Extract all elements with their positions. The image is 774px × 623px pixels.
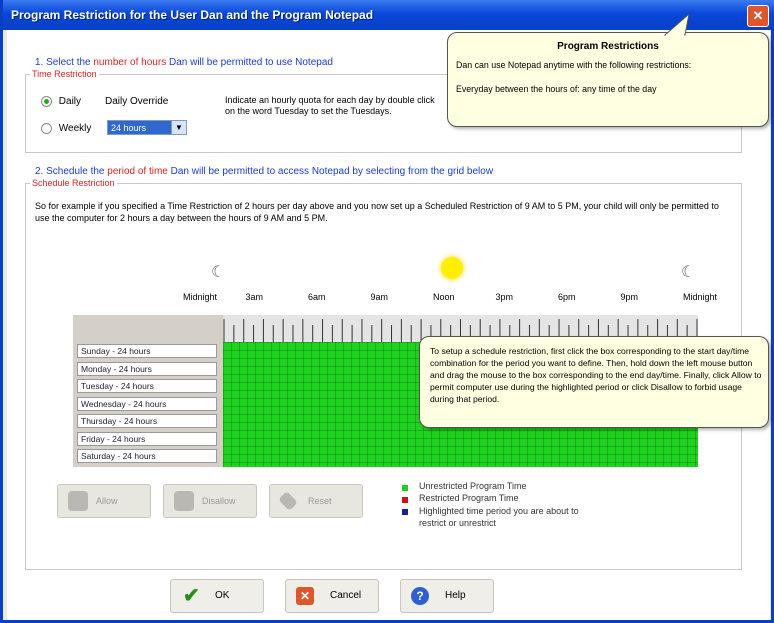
chevron-down-icon[interactable]: ▼ (171, 121, 186, 134)
step1-suffix: Dan will be permitted to use Notepad (166, 57, 333, 68)
step1-prefix: 1. Select the (35, 57, 94, 68)
day-row[interactable]: Monday - 24 hours (77, 361, 217, 376)
step2-suffix: Dan will be permitted to access Notepad … (167, 166, 494, 177)
schedule-explanation: So for example if you specified a Time R… (35, 201, 719, 223)
help-button[interactable]: ? Help (400, 579, 494, 613)
step2-prefix: 2. Schedule the (35, 166, 108, 177)
reset-button[interactable]: Reset (269, 484, 363, 518)
daily-radio-option[interactable]: Daily (41, 96, 81, 107)
ok-button[interactable]: ✔ OK (170, 579, 264, 613)
time-axis: Midnight 3am 6am 9am Noon 3pm 6pm 9pm Midnight (183, 292, 717, 304)
step2-text: 2. Schedule the period of time Dan will … (35, 166, 493, 177)
highlighted-swatch (402, 509, 408, 515)
tooltip-line1: Dan can use Notepad anytime with the fol… (456, 60, 692, 70)
time-label: 3am (245, 292, 264, 302)
time-label: 3pm (495, 292, 514, 302)
checkmark-icon: ✔ (183, 585, 200, 607)
cancel-button[interactable]: ✕ Cancel (285, 579, 379, 613)
step1-text: 1. Select the number of hours Dan will b… (35, 57, 333, 68)
time-label: Midnight (183, 292, 218, 302)
ok-label: OK (215, 590, 230, 601)
time-restriction-legend: Time Restriction (32, 69, 97, 79)
disallow-button[interactable]: Disallow (163, 484, 257, 518)
sun-icon (441, 257, 463, 279)
day-row[interactable]: Thursday - 24 hours (77, 414, 217, 428)
daily-radio[interactable] (41, 96, 52, 107)
title-bar[interactable]: Program Restriction for the User Dan and… (3, 0, 774, 30)
time-label: 9pm (620, 292, 639, 302)
weekly-label: Weekly (58, 123, 92, 135)
hours-select-value: 24 hours (111, 123, 147, 133)
moon-icon: ☾ (211, 264, 226, 281)
grid-help-tooltip: To setup a schedule restriction, first c… (419, 336, 769, 428)
day-column: Sunday - 24 hours Monday - 24 hours Tuesda… (73, 315, 223, 467)
tooltip-line2: Everyday between the hours of: any time … (456, 84, 657, 94)
time-label: Noon (433, 292, 455, 302)
day-row[interactable]: Wednesday - 24 hours (77, 396, 217, 411)
time-label: 9am (370, 292, 389, 302)
step2-highlight: period of time (107, 166, 168, 177)
restricted-legend: Restricted Program Time (419, 493, 519, 503)
cancel-x-icon: ✕ (296, 587, 314, 605)
moon-icon: ☾ (681, 264, 696, 281)
allow-button[interactable]: Allow (57, 484, 151, 518)
hours-instructions: Indicate an hourly quota for each day by… (225, 95, 435, 116)
day-row[interactable]: Saturday - 24 hours (77, 449, 217, 463)
help-label: Help (445, 590, 466, 601)
program-restriction-window: Program Restriction for the User Dan and… (0, 0, 774, 623)
allow-icon (68, 491, 88, 511)
program-restrictions-tooltip: Program Restrictions Dan can use Notepad… (447, 32, 769, 127)
help-question-icon: ? (411, 587, 429, 605)
day-row[interactable]: Tuesday - 24 hours (77, 379, 217, 393)
tooltip-title: Program Restrictions (557, 41, 659, 52)
highlighted-legend: Highlighted time period you are about to… (419, 506, 579, 528)
unrestricted-legend: Unrestricted Program Time (419, 481, 527, 491)
daily-label: Daily (58, 96, 82, 108)
restricted-swatch (402, 497, 408, 503)
hours-select[interactable]: 24 hours ▼ (107, 120, 187, 135)
schedule-restriction-legend: Schedule Restriction (32, 178, 115, 188)
window-title: Program Restriction for the User Dan and… (11, 8, 374, 22)
tooltip-pointer (663, 14, 690, 36)
disallow-icon (174, 491, 194, 511)
close-button[interactable]: ✕ (747, 5, 769, 27)
disallow-label: Disallow (202, 496, 236, 506)
unrestricted-swatch (402, 485, 408, 491)
daily-override-label: Daily Override (105, 96, 169, 107)
allow-label: Allow (96, 496, 118, 506)
step1-highlight: number of hours (93, 57, 167, 68)
cancel-label: Cancel (330, 590, 362, 601)
day-row[interactable]: Sunday - 24 hours (77, 344, 217, 358)
day-row[interactable]: Friday - 24 hours (77, 431, 217, 446)
weekly-radio-option[interactable]: Weekly (41, 123, 91, 134)
grid-help-text: To setup a schedule restriction, first c… (430, 346, 762, 404)
reset-label: Reset (308, 496, 332, 506)
time-label: Midnight (683, 292, 718, 302)
time-label: 6pm (558, 292, 576, 302)
eraser-icon (278, 491, 298, 511)
weekly-radio[interactable] (41, 123, 52, 134)
time-label: 6am (308, 292, 326, 302)
